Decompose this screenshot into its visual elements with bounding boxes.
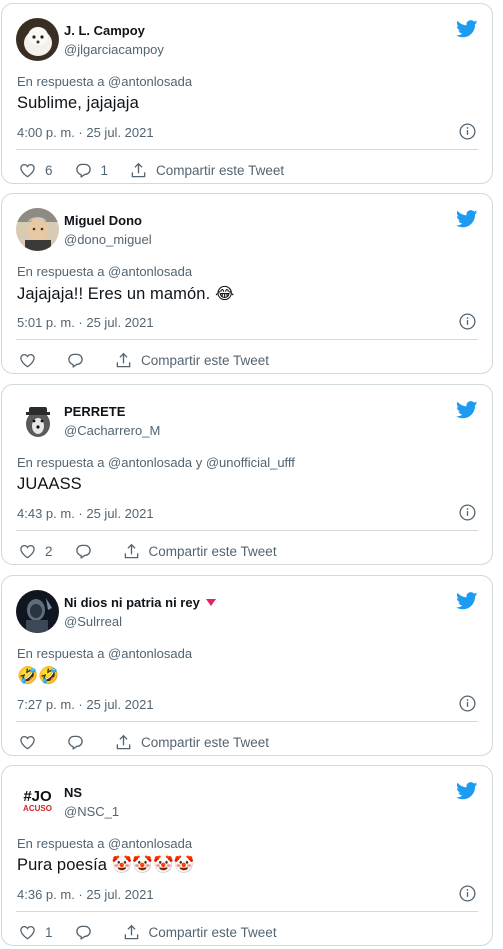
tweet-timestamp[interactable]: 4:43 p. m. · 25 jul. 2021	[17, 506, 154, 521]
red-triangle-icon	[205, 599, 216, 606]
share-button[interactable]: Compartir este Tweet	[123, 924, 277, 941]
share-label: Compartir este Tweet	[156, 162, 285, 178]
heart-icon	[20, 925, 35, 939]
twitter-bird-icon[interactable]	[456, 401, 478, 419]
action-bar: Compartir este Tweet	[19, 349, 291, 371]
reply-bubble-icon	[75, 544, 91, 559]
share-icon	[124, 543, 138, 558]
divider	[16, 339, 478, 340]
reply-bubble-icon	[68, 353, 83, 368]
tweet-card[interactable]: #JO ACUSO NS @NSC_1 En respuesta a @anton…	[1, 765, 493, 946]
author-handle[interactable]: @Cacharrero_M	[64, 423, 160, 438]
reply-context[interactable]: En respuesta a @antonlosada	[17, 646, 192, 661]
tweet-timestamp[interactable]: 4:36 p. m. · 25 jul. 2021	[17, 887, 154, 902]
reply-button[interactable]	[75, 543, 101, 560]
reply-button[interactable]	[67, 352, 93, 369]
like-button[interactable]: 2	[19, 543, 53, 560]
like-button[interactable]: 1	[19, 924, 53, 941]
like-button[interactable]: 6	[19, 162, 53, 179]
avatar[interactable]	[16, 18, 59, 61]
tweet-text: Pura poesía 🤡🤡🤡🤡	[17, 856, 195, 874]
tweet-timestamp[interactable]: 7:27 p. m. · 25 jul. 2021	[17, 697, 154, 712]
like-count: 1	[45, 924, 53, 940]
tweet-card[interactable]: J. L. Campoy @jlgarciacampoy En respuest…	[1, 3, 493, 184]
share-icon	[131, 162, 146, 177]
share-icon	[116, 734, 131, 749]
svg-text:#JO: #JO	[23, 788, 52, 805]
heart-icon	[20, 353, 35, 367]
info-icon[interactable]	[459, 695, 476, 712]
divider	[16, 530, 478, 531]
like-count: 6	[45, 162, 53, 178]
author-name[interactable]: PERRETE	[64, 404, 125, 419]
reply-context[interactable]: En respuesta a @antonlosada	[17, 74, 192, 89]
twitter-bird-icon[interactable]	[456, 210, 478, 228]
reply-button[interactable]	[67, 734, 93, 751]
reply-count: 1	[100, 162, 109, 178]
share-label: Compartir este Tweet	[141, 734, 270, 750]
author-handle[interactable]: @dono_miguel	[64, 232, 152, 247]
avatar[interactable]	[16, 399, 59, 442]
share-label: Compartir este Tweet	[141, 352, 270, 368]
action-bar: 1 Compartir este Tweet	[19, 921, 299, 943]
tweet-text: Jajajaja!! Eres un mamón. 😂	[17, 285, 235, 303]
info-icon[interactable]	[459, 504, 476, 521]
tweet-timestamp[interactable]: 4:00 p. m. · 25 jul. 2021	[17, 125, 154, 140]
reply-bubble-icon	[75, 925, 91, 940]
author-name[interactable]: J. L. Campoy	[64, 23, 145, 38]
twitter-bird-icon[interactable]	[456, 592, 478, 610]
reply-context[interactable]: En respuesta a @antonlosada y @unofficia…	[17, 455, 295, 470]
tweet-card[interactable]: Ni dios ni patria ni rey @Sulrreal En re…	[1, 575, 493, 756]
share-label: Compartir este Tweet	[148, 543, 277, 559]
action-bar: Compartir este Tweet	[19, 731, 291, 753]
action-bar: 6 1 Compartir este Tweet	[19, 159, 306, 181]
tweet-text: JUAASS	[17, 475, 82, 493]
share-button[interactable]: Compartir este Tweet	[115, 734, 269, 751]
reply-context[interactable]: En respuesta a @antonlosada	[17, 264, 192, 279]
author-name[interactable]: Miguel Dono	[64, 213, 142, 228]
reply-button[interactable]: 1	[75, 162, 109, 179]
divider	[16, 721, 478, 722]
author-handle[interactable]: @NSC_1	[64, 804, 119, 819]
like-count: 2	[45, 543, 53, 559]
share-button[interactable]: Compartir este Tweet	[115, 352, 269, 369]
share-button[interactable]: Compartir este Tweet	[123, 543, 277, 560]
avatar[interactable]	[16, 590, 59, 633]
tweet-card[interactable]: PERRETE @Cacharrero_M En respuesta a @an…	[1, 384, 493, 565]
action-bar: 2 Compartir este Tweet	[19, 540, 299, 562]
tweet-text: 🤣🤣	[17, 666, 60, 686]
tweet-card[interactable]: Miguel Dono @dono_miguel En respuesta a …	[1, 193, 493, 374]
author-name[interactable]: Ni dios ni patria ni rey	[64, 595, 216, 610]
reply-bubble-icon	[75, 163, 91, 178]
svg-text:ACUSO: ACUSO	[23, 804, 52, 813]
reply-button[interactable]	[75, 924, 101, 941]
author-handle[interactable]: @Sulrreal	[64, 614, 122, 629]
twitter-bird-icon[interactable]	[456, 782, 478, 800]
reply-bubble-icon	[68, 735, 83, 750]
like-button[interactable]	[19, 734, 45, 751]
reply-context[interactable]: En respuesta a @antonlosada	[17, 836, 192, 851]
share-button[interactable]: Compartir este Tweet	[130, 162, 284, 179]
info-icon[interactable]	[459, 885, 476, 902]
tweet-timestamp[interactable]: 5:01 p. m. · 25 jul. 2021	[17, 315, 154, 330]
like-button[interactable]	[19, 352, 45, 369]
divider	[16, 911, 478, 912]
author-handle[interactable]: @jlgarciacampoy	[64, 42, 164, 57]
divider	[16, 149, 478, 150]
share-icon	[124, 924, 138, 939]
info-icon[interactable]	[459, 123, 476, 140]
share-label: Compartir este Tweet	[148, 924, 277, 940]
author-name[interactable]: NS	[64, 785, 82, 800]
avatar[interactable]: #JO ACUSO	[16, 780, 59, 823]
twitter-bird-icon[interactable]	[456, 20, 478, 38]
share-icon	[116, 352, 131, 367]
heart-icon	[20, 163, 35, 177]
info-icon[interactable]	[459, 313, 476, 330]
avatar[interactable]	[16, 208, 59, 251]
heart-icon	[20, 544, 35, 558]
tweet-text: Sublime, jajajaja	[17, 94, 139, 112]
heart-icon	[20, 735, 35, 749]
